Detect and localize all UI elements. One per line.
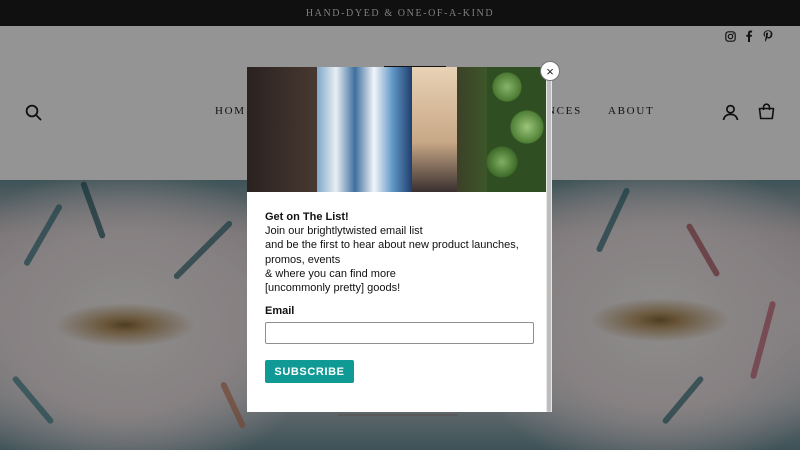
email-input[interactable] <box>265 322 534 344</box>
newsletter-popup: Get on The List! Join our brightlytwiste… <box>247 67 552 412</box>
popup-scroll-thumb[interactable] <box>547 67 551 412</box>
close-icon[interactable]: × <box>540 61 560 81</box>
popup-photo <box>247 67 546 192</box>
popup-message: Get on The List! Join our brightlytwiste… <box>265 210 545 295</box>
popup-line: Join our brightlytwisted email list <box>265 225 423 238</box>
popup-line: & where you can find more <box>265 267 396 280</box>
popup-line: [uncommonly pretty] goods! <box>265 282 401 295</box>
popup-photo-leaves <box>487 67 546 192</box>
popup-photo-scarf <box>317 67 412 192</box>
popup-title: Get on The List! <box>265 211 349 223</box>
popup-line: and be the first to hear about new produ… <box>265 239 519 266</box>
subscribe-button[interactable]: SUBSCRIBE <box>265 360 354 383</box>
email-label: Email <box>265 305 295 317</box>
